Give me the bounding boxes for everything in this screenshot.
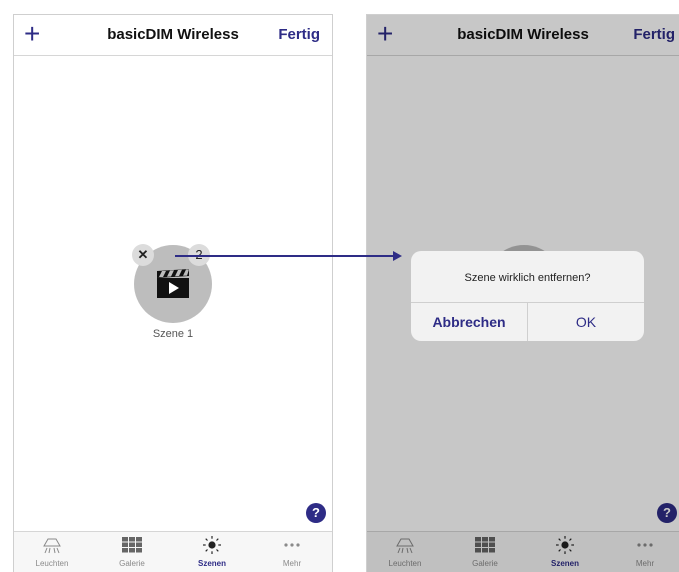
lamp-icon [43,538,61,554]
ok-button[interactable]: OK [528,303,644,341]
tab-label: Leuchten [35,559,69,568]
more-dots-icon [284,543,300,547]
annotation-arrow-line [175,255,396,257]
dialog-message: Szene wirklich entfernen? [464,272,591,284]
cancel-button[interactable]: Abbrechen [411,303,527,341]
confirm-dialog: Szene wirklich entfernen? Abbrechen OK [411,251,644,341]
phone-screen-left: + basicDIM Wireless Fertig ✕ 2 Szene 1 ?… [13,14,333,572]
help-button[interactable]: ? [306,503,326,523]
sun-icon [203,536,221,554]
grid-icon [122,537,142,553]
tab-label: Szenen [197,559,226,568]
tab-label: Galerie [119,559,145,568]
tab-galerie[interactable]: Galerie [97,536,167,568]
tab-szenen[interactable]: Szenen [177,536,247,568]
clapperboard-icon [157,269,189,298]
done-button[interactable]: Fertig [278,26,320,43]
tab-label: Mehr [282,559,302,568]
nav-bar: + basicDIM Wireless Fertig [14,15,332,56]
tab-leuchten[interactable]: Leuchten [17,536,87,568]
arrow-head-icon [393,251,402,261]
tab-bar: Leuchten Galerie Szenen Mehr [14,531,332,572]
delete-scene-button[interactable]: ✕ [132,244,154,266]
phone-screen-right: + basicDIM Wireless Fertig ? Leuchten Ga… [366,14,679,572]
scene-label: Szene 1 [152,328,194,340]
tab-mehr[interactable]: Mehr [257,536,327,568]
